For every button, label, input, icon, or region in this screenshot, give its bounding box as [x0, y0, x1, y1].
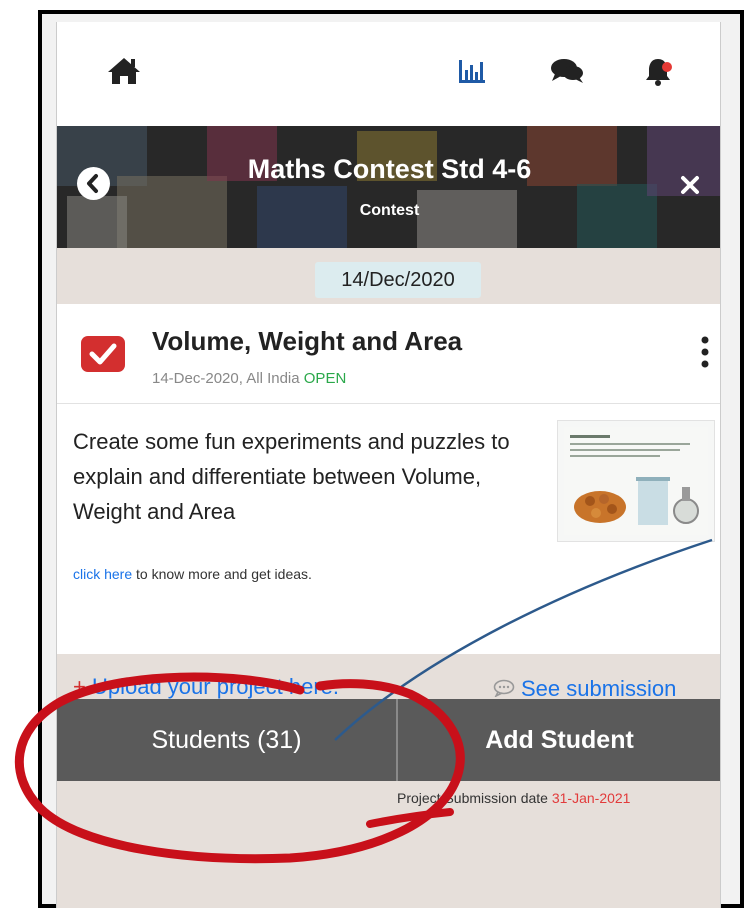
contest-series-title: Maths Contest Std 4-6 [247, 154, 532, 184]
contest-date-region: 14-Dec-2020, All India [152, 370, 300, 387]
bell-icon[interactable] [643, 56, 675, 93]
bar-chart-icon[interactable] [457, 56, 487, 89]
contest-title: Volume, Weight and Area [152, 326, 463, 356]
contest-card-header: Volume, Weight and Area 14-Dec-2020, All… [57, 304, 720, 404]
see-submission-label: See submission [521, 676, 677, 701]
contest-status-badge: OPEN [303, 370, 347, 387]
add-student-button[interactable]: Add Student [397, 699, 720, 781]
more-info-link[interactable]: click here [73, 566, 132, 582]
contest-type-label: Contest [359, 202, 420, 219]
more-info-suffix: to know more and get ideas. [132, 566, 312, 582]
more-info-line: click here to know more and get ideas. [73, 566, 312, 582]
date-chip: 14/Dec/2020 [315, 262, 481, 298]
home-icon[interactable] [107, 56, 141, 91]
contest-thumbnail[interactable] [557, 420, 715, 542]
submission-date-value: 31-Jan-2021 [551, 790, 631, 806]
contest-description: Create some fun experiments and puzzles … [73, 429, 510, 524]
close-button[interactable] [679, 174, 701, 196]
upload-plus-sign: + [73, 674, 86, 699]
app-screen: Maths Contest Std 4-6 Contest 14/Dec/202… [56, 22, 721, 908]
checkbox-checked-icon[interactable] [79, 334, 127, 374]
close-icon [681, 176, 699, 194]
contest-meta: 14-Dec-2020, All India OPEN [152, 370, 346, 387]
action-bar: Students (31) Add Student [57, 699, 720, 781]
banner-background-collage [57, 126, 720, 248]
top-nav-bar [57, 22, 720, 126]
submission-date-label: Project Submission date [397, 790, 548, 806]
upload-project-label: Upload your project here. [85, 674, 339, 699]
contest-card: Volume, Weight and Area 14-Dec-2020, All… [57, 304, 720, 701]
kebab-menu-icon[interactable] [697, 332, 713, 372]
students-button[interactable]: Students (31) [57, 699, 396, 781]
date-row: 14/Dec/2020 [57, 248, 720, 304]
chat-icon[interactable] [549, 56, 585, 91]
submission-date-line: Project Submission date 31-Jan-2021 [397, 790, 630, 806]
contest-banner: Maths Contest Std 4-6 Contest [57, 126, 720, 248]
upload-project-link[interactable]: + Upload your project here. [73, 674, 339, 700]
